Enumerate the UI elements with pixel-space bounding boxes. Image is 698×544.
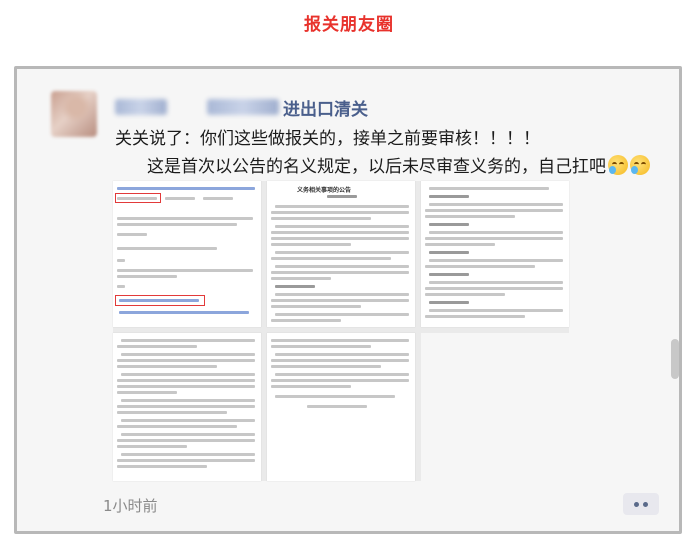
post-line-1: 关关说了：你们这些做报关的，接单之前要审核！！！！ [115,129,540,149]
moments-post-card: 进出口清关 关关说了：你们这些做报关的，接单之前要审核！！！！ 这是首次以公告的… [14,66,682,534]
dot-icon [634,501,639,507]
post-text: 关关说了：你们这些做报关的，接单之前要审核！！！！ 这是首次以公告的名义规定，以… [115,125,675,181]
post-image-2[interactable]: 义务相关事项的公告 [267,181,415,327]
crying-laughing-icon [608,155,628,175]
redacted-name-part [115,99,167,115]
post-timestamp: 1小时前 [103,497,158,515]
empty-grid-cell [421,333,569,481]
more-actions-button[interactable] [623,493,659,515]
post-line-2-text: 这是首次以公告的名义规定，以后未尽审查义务的，自己扛吧 [147,157,606,177]
post-image-4[interactable] [113,333,261,481]
highlight-box [115,193,161,203]
crying-laughing-icon [630,155,650,175]
page-title: 报关朋友圈 [304,15,394,35]
post-line-2: 这是首次以公告的名义规定，以后未尽审查义务的，自己扛吧 [115,153,675,181]
post-image-grid[interactable]: 义务相关事项的公告 [113,181,569,481]
post-image-3[interactable] [421,181,569,327]
post-image-5[interactable] [267,333,415,481]
author-name-suffix: 进出口清关 [283,100,368,120]
redacted-name-part [207,99,279,115]
doc-heading: 义务相关事项的公告 [297,187,352,194]
scrollbar[interactable] [671,339,679,379]
highlight-box [115,295,205,306]
avatar[interactable] [51,91,97,137]
dot-icon [643,501,648,507]
post-image-1[interactable] [113,181,261,327]
